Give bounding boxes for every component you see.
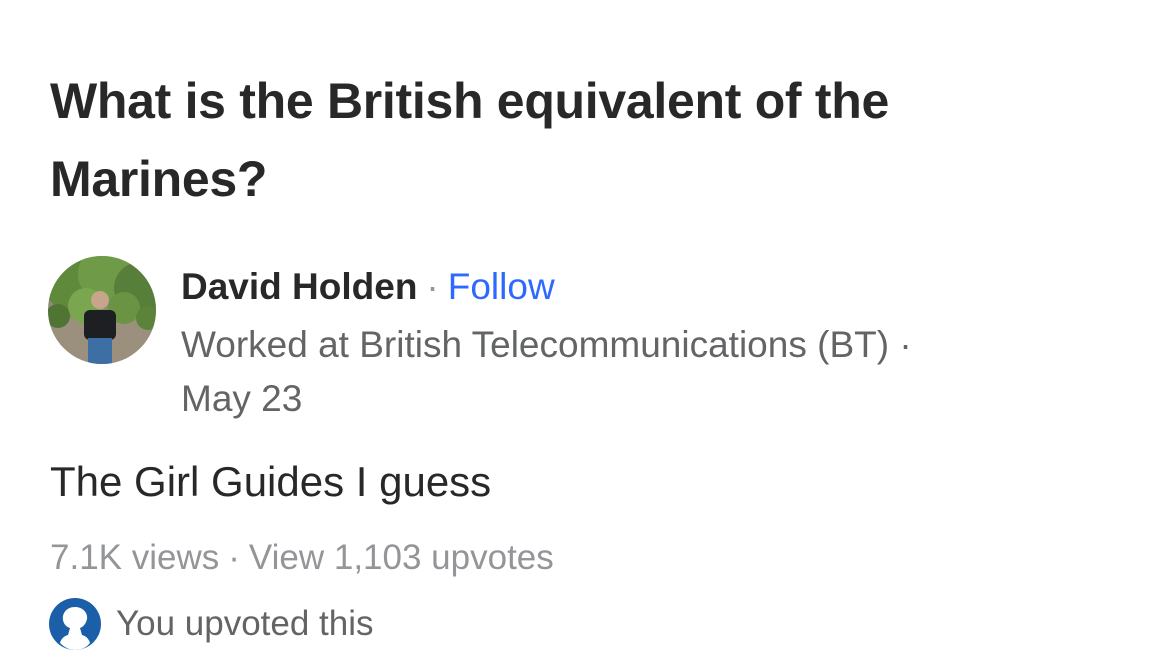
credential-text: Worked at British Telecommunications (BT… bbox=[181, 324, 912, 365]
views-count: 7.1K views bbox=[50, 538, 220, 577]
answer-text: The Girl Guides I guess bbox=[50, 458, 492, 505]
avatar-photo bbox=[48, 256, 156, 364]
stats-separator: · bbox=[228, 538, 240, 577]
upvoted-text: You upvoted this bbox=[116, 604, 374, 643]
author-credential: Worked at British Telecommunications (BT… bbox=[181, 318, 1021, 426]
user-silhouette-icon bbox=[49, 598, 101, 650]
author-name[interactable]: David Holden bbox=[181, 266, 417, 307]
view-upvotes-link[interactable]: View 1,103 upvotes bbox=[249, 538, 554, 577]
separator-dot: · bbox=[426, 266, 439, 307]
author-line: David Holden · Follow bbox=[181, 264, 555, 310]
answer-date: May 23 bbox=[181, 378, 303, 419]
author-avatar[interactable] bbox=[48, 256, 156, 364]
upvoted-indicator: You upvoted this bbox=[48, 598, 374, 650]
answer-stats: 7.1K views · View 1,103 upvotes bbox=[50, 536, 554, 580]
follow-button[interactable]: Follow bbox=[448, 266, 555, 307]
question-title[interactable]: What is the British equivalent of the Ma… bbox=[50, 62, 1050, 218]
